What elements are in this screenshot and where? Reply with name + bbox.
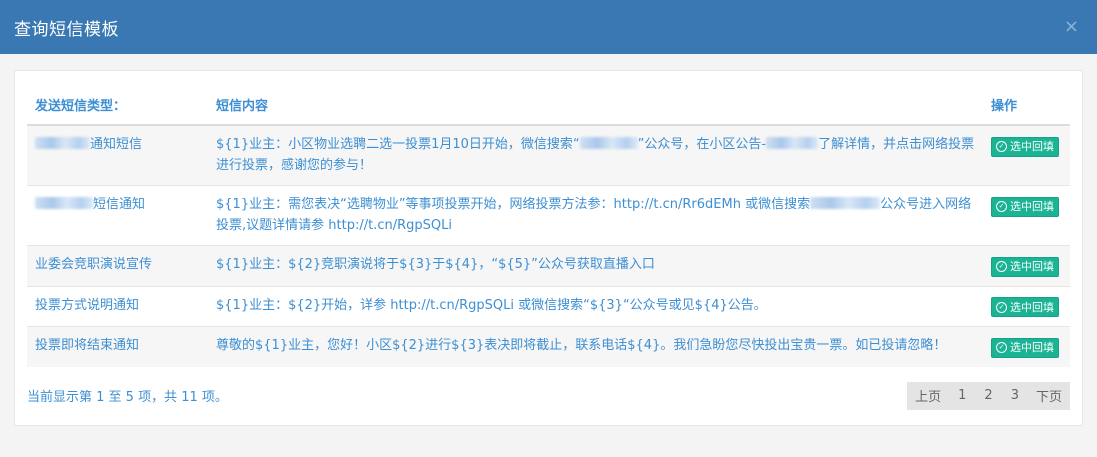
check-circle-icon: ✓ [996,261,1007,272]
next-page-button[interactable]: 下页 [1028,382,1070,410]
select-backfill-button[interactable]: ✓ 选中回填 [991,297,1059,317]
row-content: 尊敬的${1}业主，您好！小区${2}进行${3}表决即将截止，联系电话${4}… [208,326,983,367]
pagination-info: 当前显示第 1 至 5 项，共 11 项。 [27,390,228,405]
page-button-3[interactable]: 3 [1002,382,1028,410]
prev-page-button[interactable]: 上页 [907,382,949,410]
row-content: ${1}业主：小区物业选聘二选一投票1月10日开始，微信搜索“ ”公众号，在小区公… [208,125,983,186]
redacted-text [579,137,638,149]
redacted-text [810,197,881,209]
table-row: 投票即将结束通知 尊敬的${1}业主，您好！小区${2}进行${3}表决即将截止… [27,326,1070,367]
redacted-text [35,137,90,149]
header-action: 操作 [983,91,1070,126]
row-type: 投票方式说明通知 [27,285,208,327]
header-type: 发送短信类型： [27,91,208,126]
page-button-1[interactable]: 1 [949,382,975,410]
page-button-2[interactable]: 2 [975,382,1001,410]
table-row: 业委会竞职演说宣传 ${1}业主：${2}竞职演说将于${3}于${4}，“${… [27,245,1070,286]
row-type: 短信通知 [27,185,208,246]
modal-body: 发送短信类型： 短信内容 操作 通知短信 ${1}业主：小区物业选聘二选一投票1… [0,54,1097,426]
row-content: ${1}业主：${2}竞职演说将于${3}于${4}，“${5}”公众号获取直播… [208,245,983,286]
modal-title: 查询短信模板 [14,19,119,40]
check-circle-icon: ✓ [996,201,1007,212]
row-action: ✓ 选中回填 [983,285,1070,327]
table-row: 通知短信 ${1}业主：小区物业选聘二选一投票1月10日开始，微信搜索“ ”公众号… [27,125,1070,186]
select-backfill-button[interactable]: ✓ 选中回填 [991,136,1059,157]
row-action: ✓ 选中回填 [983,245,1070,286]
redacted-text [766,137,819,149]
row-content: ${1}业主：需您表决“选聘物业”等事项投票开始，网络投票方法参：http://… [208,185,983,246]
row-action: ✓ 选中回填 [983,185,1070,246]
table-row: 投票方式说明通知 ${1}业主：${2}开始，详参 http://t.cn/Rg… [27,285,1070,327]
check-circle-icon: ✓ [996,342,1007,353]
row-type: 投票即将结束通知 [27,326,208,367]
header-content: 短信内容 [208,91,983,126]
table-row: 短信通知 ${1}业主：需您表决“选聘物业”等事项投票开始，网络投票方法参：ht… [27,185,1070,246]
select-backfill-button[interactable]: ✓ 选中回填 [991,256,1059,277]
table-footer: 当前显示第 1 至 5 项，共 11 项。 上页 1 2 3 下页 [27,381,1070,410]
row-action: ✓ 选中回填 [983,125,1070,186]
row-type: 业委会竞职演说宣传 [27,245,208,286]
select-backfill-button[interactable]: ✓ 选中回填 [991,337,1059,358]
row-type: 通知短信 [27,125,208,186]
redacted-text [35,197,93,209]
select-backfill-button[interactable]: ✓ 选中回填 [991,196,1059,217]
template-table: 发送短信类型： 短信内容 操作 通知短信 ${1}业主：小区物业选聘二选一投票1… [27,91,1070,367]
check-circle-icon: ✓ [996,301,1007,313]
check-circle-icon: ✓ [996,141,1007,152]
pagination: 上页 1 2 3 下页 [907,381,1070,410]
row-content: ${1}业主：${2}开始，详参 http://t.cn/RgpSQLi 或微信… [208,285,983,327]
close-icon[interactable]: × [1064,18,1079,36]
row-action: ✓ 选中回填 [983,326,1070,367]
template-panel: 发送短信类型： 短信内容 操作 通知短信 ${1}业主：小区物业选聘二选一投票1… [14,70,1083,426]
modal-header: 查询短信模板 × [0,0,1097,54]
